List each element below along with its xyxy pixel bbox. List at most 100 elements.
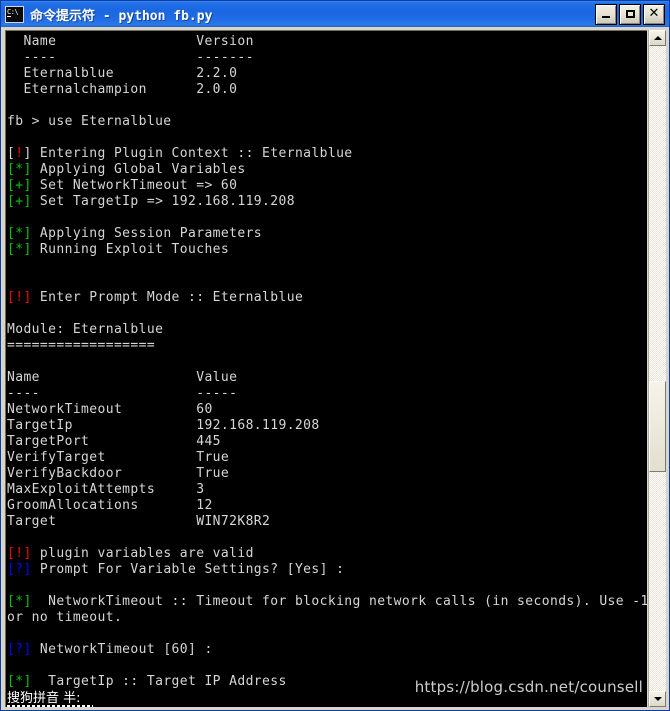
terminal-line: [?] Prompt For Variable Settings? [Yes] … <box>7 562 647 578</box>
terminal-text: NetworkTimeout [60] : <box>31 642 213 657</box>
terminal-line: TargetPort 445 <box>7 434 647 450</box>
window-client-area: Name Version ---- ------- Eternalblue 2.… <box>1 27 669 710</box>
terminal-text: [*] <box>7 162 32 177</box>
terminal-text: [?] <box>7 642 32 657</box>
terminal-text: VerifyBackdoor True <box>7 466 230 481</box>
terminal-line: Eternalchampion 2.0.0 <box>7 82 647 98</box>
console-icon <box>5 5 24 23</box>
terminal-text: [+] <box>7 178 32 193</box>
terminal-text: Name Version <box>7 34 254 49</box>
terminal-line: [+] Set NetworkTimeout => 60 <box>7 178 647 194</box>
scroll-down-button[interactable] <box>649 691 666 707</box>
terminal-text: Prompt For Variable Settings? [Yes] : <box>31 562 345 577</box>
chevron-up-icon <box>653 36 662 40</box>
terminal-line: VerifyTarget True <box>7 450 647 466</box>
terminal-line: Target WIN72K8R2 <box>7 514 647 530</box>
terminal-text: TargetPort 445 <box>7 434 221 449</box>
terminal-text: ================== <box>7 338 156 353</box>
terminal-text: Set TargetIp => 192.168.119.208 <box>31 194 295 209</box>
terminal-line: [*] Applying Global Variables <box>7 162 647 178</box>
terminal-line: [!] Entering Plugin Context :: Eternalbl… <box>7 146 647 162</box>
terminal-line: [!] plugin variables are valid <box>7 546 647 562</box>
terminal-line: Eternalblue 2.2.0 <box>7 66 647 82</box>
ime-text: 搜狗拼音 半: <box>7 691 81 706</box>
terminal-line: [+] Set TargetIp => 192.168.119.208 <box>7 194 647 210</box>
terminal-line: TargetIp 192.168.119.208 <box>7 418 647 434</box>
terminal-line: [?] NetworkTimeout [60] : <box>7 642 647 658</box>
terminal-text: ] Entering Plugin Context :: Eternalblue <box>23 146 353 161</box>
terminal-line: fb > use Eternalblue <box>7 114 647 130</box>
terminal-line: Name Version <box>7 34 647 50</box>
window-controls: ✕ <box>595 3 665 25</box>
chevron-down-icon <box>653 697 662 701</box>
minimize-icon <box>602 16 610 18</box>
terminal-text: Set NetworkTimeout => 60 <box>31 178 238 193</box>
terminal-line: [*] Applying Session Parameters <box>7 226 647 242</box>
ime-underline <box>7 705 93 707</box>
window-title: 命令提示符 - python fb.py <box>30 8 213 24</box>
terminal-text: plugin variables are valid <box>31 546 254 561</box>
scroll-up-button[interactable] <box>649 30 666 46</box>
terminal-text: Applying Session Parameters <box>31 226 263 241</box>
terminal-text: Name Value <box>7 370 238 385</box>
terminal-line: or no timeout. <box>7 610 647 626</box>
terminal-text: ---- ------- <box>7 50 254 65</box>
terminal-line: ---- ----- <box>7 386 647 402</box>
terminal-text: [*] <box>7 594 32 609</box>
maximize-icon <box>625 10 635 18</box>
terminal-line: MaxExploitAttempts 3 <box>7 482 647 498</box>
terminal-text: Eternalchampion 2.0.0 <box>7 82 238 97</box>
terminal-text: Running Exploit Touches <box>31 242 230 257</box>
terminal-line: [!] Enter Prompt Mode :: Eternalblue <box>7 290 647 306</box>
maximize-button[interactable] <box>619 3 641 25</box>
terminal-text: Applying Global Variables <box>31 162 246 177</box>
minimize-button[interactable] <box>595 3 617 25</box>
terminal-line: ================== <box>7 338 647 354</box>
terminal-output: Name Version ---- ------- Eternalblue 2.… <box>6 31 647 707</box>
terminal-text: Target WIN72K8R2 <box>7 514 271 529</box>
terminal-text: [ <box>7 146 16 161</box>
terminal-text: Enter Prompt Mode :: Eternalblue <box>31 290 304 305</box>
terminal-line: GroomAllocations 12 <box>7 498 647 514</box>
terminal-line: [*] NetworkTimeout :: Timeout for blocki… <box>7 594 647 610</box>
terminal-line: [*] Running Exploit Touches <box>7 242 647 258</box>
terminal-text: NetworkTimeout :: Timeout for blocking n… <box>31 594 647 609</box>
close-button[interactable]: ✕ <box>643 3 665 25</box>
terminal-text: or no timeout. <box>7 610 123 625</box>
terminal-text: [*] <box>7 242 32 257</box>
scrollbar-thumb[interactable] <box>649 381 666 472</box>
terminal-text: VerifyTarget True <box>7 450 230 465</box>
vertical-scrollbar[interactable] <box>648 30 666 707</box>
terminal-text: [*] <box>7 674 32 689</box>
terminal-text: [!] <box>7 290 32 305</box>
terminal-line: VerifyBackdoor True <box>7 466 647 482</box>
terminal-text: [+] <box>7 194 32 209</box>
terminal-viewport[interactable]: Name Version ---- ------- Eternalblue 2.… <box>5 30 647 707</box>
close-icon: ✕ <box>648 6 660 21</box>
terminal-text: NetworkTimeout 60 <box>7 402 213 417</box>
window-titlebar[interactable]: 命令提示符 - python fb.py ✕ <box>1 1 669 27</box>
terminal-line: Name Value <box>7 370 647 386</box>
terminal-text: TargetIp 192.168.119.208 <box>7 418 320 433</box>
command-prompt-window: 命令提示符 - python fb.py ✕ Name Version ----… <box>0 0 670 711</box>
terminal-line: Module: Eternalblue <box>7 322 647 338</box>
terminal-text: GroomAllocations 12 <box>7 498 213 513</box>
terminal-text: [?] <box>7 562 32 577</box>
terminal-line: ---- ------- <box>7 50 647 66</box>
terminal-line: NetworkTimeout 60 <box>7 402 647 418</box>
terminal-text: [!] <box>7 546 32 561</box>
terminal-text: fb > use Eternalblue <box>7 114 172 129</box>
terminal-text: ---- ----- <box>7 386 238 401</box>
terminal-text: [*] <box>7 226 32 241</box>
scrollbar-track[interactable] <box>649 46 666 691</box>
